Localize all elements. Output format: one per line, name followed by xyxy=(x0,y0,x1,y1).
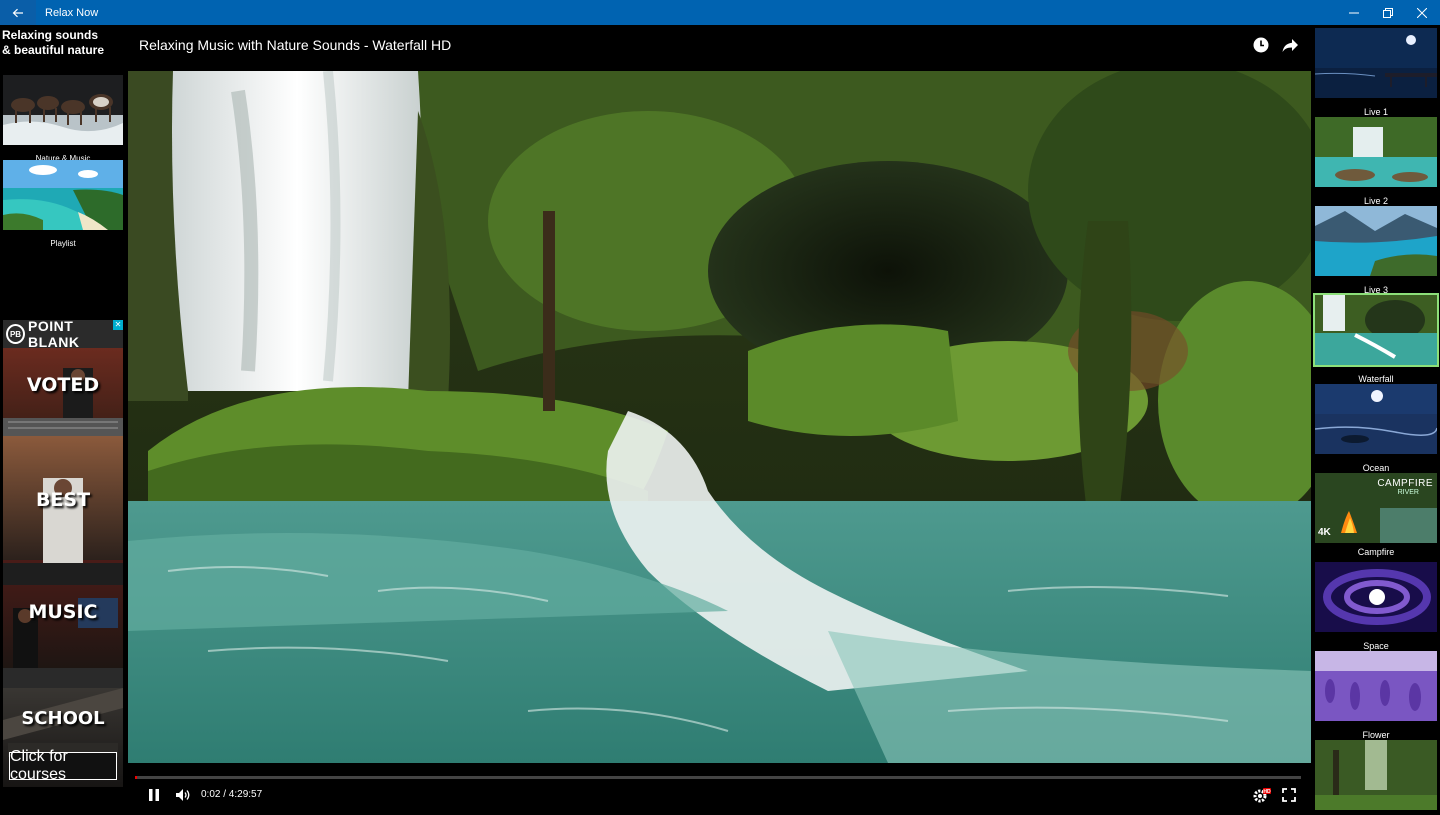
galaxy-thumbnail xyxy=(1315,562,1437,632)
channel-label: Live 3 xyxy=(1363,285,1389,295)
video-title: Relaxing Music with Nature Sounds - Wate… xyxy=(139,37,452,53)
sidebar-item-playlist[interactable]: Playlist xyxy=(3,160,123,248)
channel-label: Space xyxy=(1363,641,1389,651)
campfire-overlay-title: CAMPFIRE xyxy=(1377,478,1433,489)
forest-thumbnail xyxy=(1315,740,1437,810)
app-heading: Relaxing sounds & beautiful nature xyxy=(2,28,122,58)
fullscreen-button[interactable] xyxy=(1279,785,1299,805)
ad-brand-bar: PB POINT BLANK xyxy=(3,320,123,350)
night-dock-thumbnail xyxy=(1314,28,1437,98)
lake-valley-thumbnail xyxy=(1315,206,1437,276)
beach-thumbnail xyxy=(3,160,123,230)
video-player[interactable] xyxy=(128,71,1311,763)
ad-word: BEST xyxy=(35,489,91,511)
ad-word: MUSIC xyxy=(28,601,98,623)
header-actions xyxy=(1252,36,1299,54)
channel-label: Ocean xyxy=(1362,463,1390,473)
close-button[interactable] xyxy=(1405,0,1439,25)
channel-item-campfire[interactable]: CAMPFIRE RIVER 4K Campfire xyxy=(1315,473,1437,557)
app-heading-line2: & beautiful nature xyxy=(2,43,105,57)
horses-thumbnail xyxy=(3,75,123,145)
watch-later-button[interactable] xyxy=(1252,36,1270,54)
clock-icon xyxy=(1253,37,1269,53)
restore-button[interactable] xyxy=(1371,0,1405,25)
player-controls: 0:02 / 4:29:57 HD xyxy=(128,782,1311,808)
window-title: Relax Now xyxy=(45,6,99,19)
time-display: 0:02 / 4:29:57 xyxy=(201,789,263,800)
fullscreen-icon xyxy=(1282,788,1296,802)
pause-icon xyxy=(149,789,159,801)
channel-label: Live 1 xyxy=(1363,107,1389,117)
title-bar: Relax Now xyxy=(0,0,1440,25)
pause-button[interactable] xyxy=(144,785,164,805)
seek-bar-fill xyxy=(135,776,137,779)
left-sidebar: Relaxing sounds & beautiful nature Natur… xyxy=(0,25,126,810)
lavender-thumbnail xyxy=(1315,651,1437,721)
waterfall-thumbnail xyxy=(1313,293,1439,367)
channel-label: Live 2 xyxy=(1363,196,1389,206)
sidebar-item-label: Playlist xyxy=(50,239,76,248)
gear-icon: HD xyxy=(1253,788,1271,803)
channel-item-live-1[interactable]: Live 1 xyxy=(1314,28,1437,117)
campfire-overlay-sub: RIVER xyxy=(1397,489,1419,496)
seek-bar[interactable] xyxy=(135,776,1301,779)
minimize-icon xyxy=(1349,12,1359,13)
channel-item-space[interactable]: Space xyxy=(1315,562,1437,651)
channel-item-live-2[interactable]: Live 2 xyxy=(1315,117,1437,206)
channel-list: Live 1 Live 2 Live 3 Waterfall Ocean CAM… xyxy=(1313,25,1440,810)
restore-icon xyxy=(1383,7,1393,18)
sidebar-item-nature-music[interactable]: Nature & Music xyxy=(3,75,123,163)
volume-icon xyxy=(176,789,190,801)
channel-item-flower[interactable]: Flower xyxy=(1315,651,1437,740)
channel-label: Flower xyxy=(1362,730,1390,740)
ad-close-icon[interactable]: ✕ xyxy=(113,320,123,330)
volume-button[interactable] xyxy=(173,785,193,805)
close-icon xyxy=(1417,7,1427,18)
app-heading-line1: Relaxing sounds xyxy=(2,28,99,42)
channel-label: Waterfall xyxy=(1358,374,1394,384)
ad-word: SCHOOL xyxy=(21,708,105,729)
share-button[interactable] xyxy=(1281,36,1299,54)
ocean-moon-thumbnail xyxy=(1314,384,1438,454)
campfire-thumbnail: CAMPFIRE RIVER 4K xyxy=(1315,473,1437,543)
back-arrow-icon xyxy=(12,8,23,17)
ad-word: VOTED xyxy=(26,374,100,396)
channel-item-forest[interactable] xyxy=(1315,740,1437,815)
back-button[interactable] xyxy=(0,0,36,25)
channel-item-ocean[interactable]: Ocean xyxy=(1314,384,1438,473)
hd-badge: HD xyxy=(1263,789,1271,795)
minimize-button[interactable] xyxy=(1337,0,1371,25)
ad-brand-name: POINT BLANK xyxy=(28,320,80,350)
waterfall-video-frame xyxy=(128,71,1311,763)
ad-brand-logo: PB xyxy=(6,324,26,344)
settings-button[interactable]: HD xyxy=(1252,785,1272,805)
channel-label: Campfire xyxy=(1357,547,1395,557)
share-icon xyxy=(1282,38,1298,52)
channel-item-waterfall[interactable]: Waterfall xyxy=(1313,293,1439,384)
channel-item-live-3[interactable]: Live 3 xyxy=(1315,206,1437,295)
advertisement[interactable]: PB POINT BLANK ✕ VOTED BEST MUSIC SCHOOL… xyxy=(3,320,123,787)
ad-cta-button[interactable]: Click for courses xyxy=(9,748,117,783)
cascade-thumbnail xyxy=(1315,117,1437,187)
campfire-4k-badge: 4K xyxy=(1318,527,1331,538)
